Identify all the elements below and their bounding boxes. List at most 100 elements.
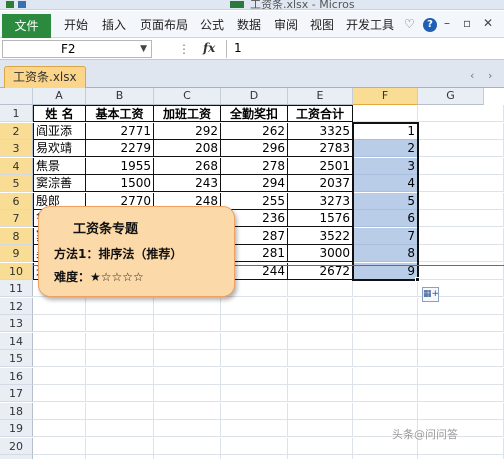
empty-cell[interactable] (418, 315, 504, 332)
empty-cell[interactable] (154, 385, 221, 402)
empty-cell[interactable] (418, 245, 504, 262)
row-header-1[interactable]: 1 (0, 105, 33, 122)
table-cell-name[interactable]: 窦淙善 (33, 175, 86, 192)
empty-cell[interactable] (353, 105, 418, 122)
table-cell-total[interactable]: 3000 (288, 245, 353, 262)
empty-cell[interactable] (221, 297, 288, 315)
table-cell-attendance[interactable]: 278 (221, 157, 288, 175)
insert-function-icon[interactable]: fx (203, 41, 215, 55)
minimize-icon[interactable]: – (444, 16, 450, 30)
empty-cell[interactable] (86, 367, 154, 385)
empty-cell[interactable] (154, 367, 221, 385)
row-header-7[interactable]: 7 (0, 210, 33, 227)
table-cell-total[interactable]: 2037 (288, 175, 353, 192)
helper-number-cell[interactable]: 3 (353, 157, 418, 175)
table-cell-total[interactable]: 1576 (288, 210, 353, 227)
column-header-c[interactable]: C (154, 88, 221, 105)
row-header-8[interactable]: 8 (0, 227, 33, 245)
empty-cell[interactable] (353, 280, 418, 297)
table-cell-attendance[interactable]: 262 (221, 122, 288, 140)
column-header-d[interactable]: D (221, 88, 288, 105)
empty-cell[interactable] (418, 227, 504, 245)
row-header-3[interactable]: 3 (0, 140, 33, 157)
empty-cell[interactable] (154, 420, 221, 437)
tab-insert[interactable]: 插入 (102, 15, 126, 35)
table-cell-overtime[interactable]: 243 (154, 175, 221, 192)
empty-cell[interactable] (353, 455, 418, 459)
helper-number-cell[interactable]: 5 (353, 192, 418, 210)
empty-cell[interactable] (288, 315, 353, 332)
tab-review[interactable]: 审阅 (274, 15, 298, 35)
empty-cell[interactable] (86, 420, 154, 437)
empty-cell[interactable] (154, 297, 221, 315)
table-cell-total[interactable]: 2783 (288, 140, 353, 157)
table-cell-name[interactable]: 易欢靖 (33, 140, 86, 157)
empty-cell[interactable] (86, 332, 154, 350)
help-icon[interactable]: ? (423, 18, 437, 32)
row-header-12[interactable]: 12 (0, 297, 33, 315)
empty-cell[interactable] (154, 332, 221, 350)
empty-cell[interactable] (86, 437, 154, 455)
empty-cell[interactable] (288, 385, 353, 402)
row-header-21[interactable]: 21 (0, 455, 33, 459)
empty-cell[interactable] (221, 437, 288, 455)
row-header-19[interactable]: 19 (0, 420, 33, 437)
empty-cell[interactable] (288, 455, 353, 459)
column-header-a[interactable]: A (33, 88, 86, 105)
empty-cell[interactable] (418, 105, 504, 122)
empty-cell[interactable] (154, 455, 221, 459)
empty-cell[interactable] (154, 315, 221, 332)
empty-cell[interactable] (86, 315, 154, 332)
empty-cell[interactable] (33, 385, 86, 402)
empty-cell[interactable] (33, 315, 86, 332)
empty-cell[interactable] (288, 402, 353, 420)
empty-cell[interactable] (221, 455, 288, 459)
table-cell-total[interactable]: 2501 (288, 157, 353, 175)
row-header-4[interactable]: 4 (0, 157, 33, 175)
row-header-2[interactable]: 2 (0, 122, 33, 140)
row-header-10[interactable]: 10 (0, 262, 33, 280)
empty-cell[interactable] (221, 402, 288, 420)
table-cell-total[interactable]: 3273 (288, 192, 353, 210)
row-header-18[interactable]: 18 (0, 402, 33, 420)
empty-cell[interactable] (418, 402, 504, 420)
table-cell-total[interactable]: 3522 (288, 227, 353, 245)
row-header-16[interactable]: 16 (0, 367, 33, 385)
empty-cell[interactable] (353, 402, 418, 420)
empty-cell[interactable] (33, 402, 86, 420)
helper-number-cell[interactable]: 6 (353, 210, 418, 227)
empty-cell[interactable] (86, 455, 154, 459)
empty-cell[interactable] (154, 402, 221, 420)
table-header-cell[interactable]: 工资合计 (288, 105, 353, 122)
helper-number-cell[interactable]: 1 (353, 122, 418, 140)
table-cell-attendance[interactable]: 255 (221, 192, 288, 210)
table-cell-attendance[interactable]: 294 (221, 175, 288, 192)
empty-cell[interactable] (418, 210, 504, 227)
empty-cell[interactable] (33, 332, 86, 350)
empty-cell[interactable] (33, 455, 86, 459)
empty-cell[interactable] (221, 420, 288, 437)
tab-developer[interactable]: 开发工具 (346, 15, 394, 35)
save-icon[interactable] (18, 1, 26, 8)
empty-cell[interactable] (418, 175, 504, 192)
empty-cell[interactable] (288, 367, 353, 385)
tab-scroll-right-icon[interactable]: › (488, 69, 492, 82)
row-header-14[interactable]: 14 (0, 332, 33, 350)
close-icon[interactable]: ✕ (483, 16, 493, 30)
row-header-6[interactable]: 6 (0, 192, 33, 210)
empty-cell[interactable] (33, 297, 86, 315)
row-header-17[interactable]: 17 (0, 385, 33, 402)
ribbon-minimize-icon[interactable]: ♡ (404, 17, 415, 31)
empty-cell[interactable] (33, 367, 86, 385)
select-all-corner[interactable] (0, 88, 33, 105)
document-tab[interactable]: 工资条.xlsx (4, 66, 86, 88)
fill-handle[interactable] (415, 277, 420, 282)
empty-cell[interactable] (221, 332, 288, 350)
tab-page-layout[interactable]: 页面布局 (140, 15, 188, 35)
autofill-options-icon[interactable]: ▦+ (422, 287, 439, 302)
empty-cell[interactable] (353, 367, 418, 385)
empty-cell[interactable] (418, 157, 504, 175)
table-cell-overtime[interactable]: 208 (154, 140, 221, 157)
empty-cell[interactable] (221, 350, 288, 367)
tab-home[interactable]: 开始 (64, 15, 88, 35)
